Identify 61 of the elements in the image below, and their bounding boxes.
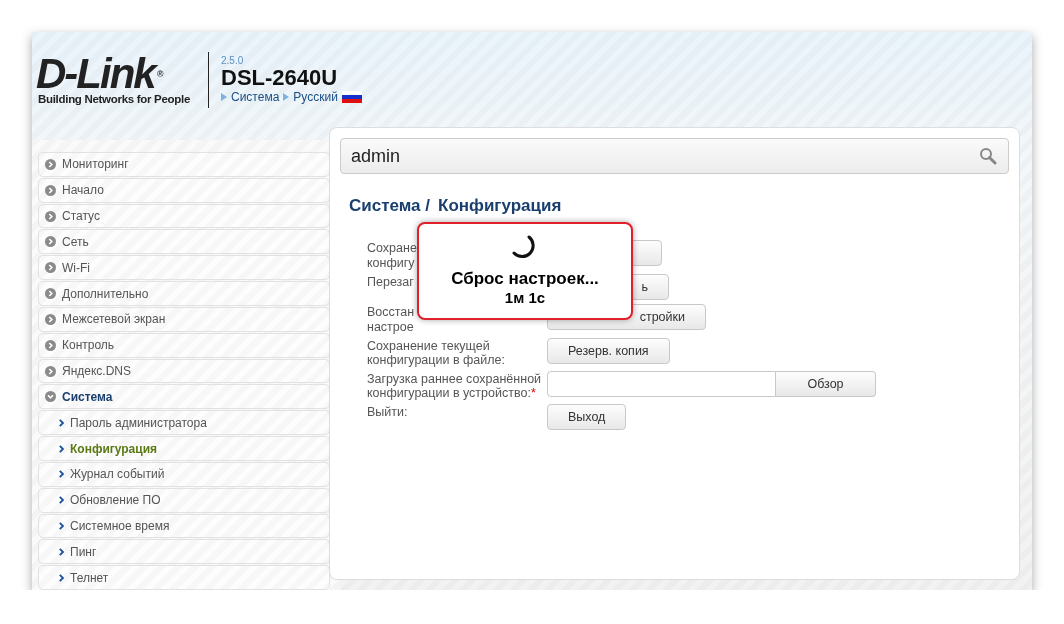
field-label: конфигу (367, 255, 415, 270)
menu-item[interactable]: Яндекс.DNS (38, 358, 330, 384)
action-button[interactable]: Резерв. копия (547, 338, 670, 364)
page-title: Конфигурация (438, 196, 562, 216)
chevron-right-icon (45, 210, 56, 222)
menu-item[interactable]: Дополнительно (38, 281, 330, 306)
submenu-item[interactable]: Пинг (38, 539, 330, 565)
field-label: Выйти: (367, 404, 409, 419)
menu-item[interactable]: Мониторинг (38, 152, 330, 177)
menu-item[interactable]: Начало (38, 177, 330, 203)
menu-item[interactable]: Система (38, 384, 330, 410)
chevron-right-icon (59, 496, 64, 505)
triangle-icon (283, 93, 290, 101)
triangle-icon (221, 93, 227, 101)
submenu-item[interactable]: Конфигурация (38, 436, 330, 461)
chevron-right-icon (45, 339, 56, 351)
chevron-right-icon (45, 365, 56, 377)
field-label: Сохранение текущей конфигурации в файле: (367, 338, 506, 367)
browse-button[interactable]: Обзор (776, 371, 876, 397)
chevron-right-icon (59, 522, 64, 530)
breadcrumb-link[interactable]: Русский (293, 90, 338, 104)
chevron-down-icon (45, 391, 56, 403)
progress-message: Сброс настроек... (451, 269, 599, 289)
section-title: Система / (349, 196, 430, 216)
submenu-item[interactable]: Журнал событий (38, 461, 330, 487)
menu-item[interactable]: Межсетевой экран (38, 306, 330, 332)
field-label: Загрузка раннее сохранённой конфигурации в устройство:* (367, 371, 542, 400)
submenu-item[interactable]: Обновление ПО (38, 487, 330, 513)
firmware-version: 2.5.0 (221, 55, 245, 66)
chevron-right-icon (45, 288, 56, 300)
chevron-right-icon (59, 444, 64, 453)
action-button[interactable]: Выход (547, 404, 627, 430)
submenu-item[interactable]: Пароль администратора (38, 410, 330, 436)
breadcrumb-link[interactable]: Система (231, 90, 280, 104)
field-label: Перезаг (367, 274, 414, 289)
menu-item[interactable]: Wi-Fi (38, 255, 330, 281)
logo-wordmark: D-Link® (35, 54, 162, 93)
chevron-right-icon (59, 470, 64, 479)
search-icon[interactable] (979, 147, 997, 165)
flag-icon[interactable] (341, 91, 362, 103)
submenu-item[interactable]: Телнет (38, 565, 330, 590)
submenu-item[interactable]: Системное время (38, 513, 330, 539)
chevron-right-icon (59, 547, 64, 556)
menu-item[interactable]: Статус (38, 203, 330, 229)
field-label: Сохране (367, 240, 417, 255)
chevron-right-icon (45, 236, 56, 248)
search-field[interactable]: admin (340, 138, 1009, 174)
chevron-right-icon (45, 184, 56, 196)
chevron-right-icon (45, 262, 56, 274)
chevron-right-icon (45, 158, 56, 170)
field-label: настрое (367, 319, 414, 334)
model-name: DSL-2640U (221, 66, 339, 90)
logo-tagline: Building Networks for People (38, 92, 191, 105)
menu-item[interactable]: Сеть (38, 229, 330, 255)
chevron-right-icon (59, 573, 64, 582)
file-field[interactable] (547, 371, 776, 397)
progress-timer: 1м 1с (504, 289, 546, 306)
chevron-right-icon (45, 313, 56, 325)
chevron-right-icon (59, 418, 64, 427)
menu-item[interactable]: Контроль (38, 332, 330, 358)
field-label: Восстан (367, 304, 415, 319)
